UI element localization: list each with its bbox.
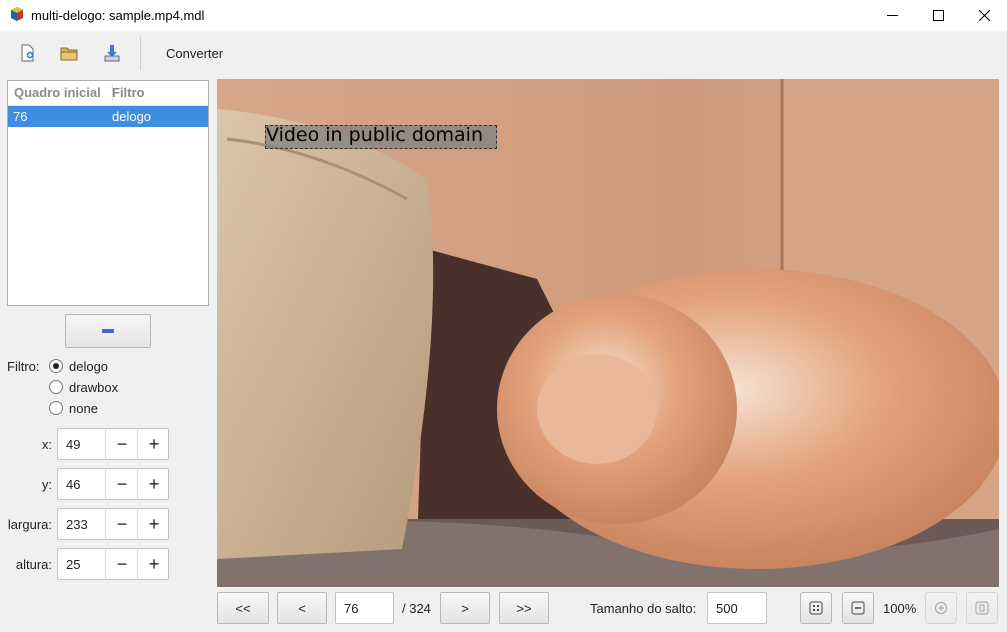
radio-label: none (69, 400, 98, 416)
x-spinbox[interactable]: 49 − + (57, 428, 169, 460)
open-button[interactable] (55, 39, 83, 67)
zoom-out-button[interactable] (842, 592, 874, 624)
height-increment-button[interactable]: + (137, 549, 170, 579)
close-icon (978, 10, 990, 21)
minimize-icon (886, 15, 898, 16)
app-cube-icon (11, 7, 23, 21)
converter-button[interactable]: Converter (160, 39, 229, 67)
x-decrement-button[interactable]: − (105, 429, 138, 459)
y-increment-button[interactable]: + (137, 469, 170, 499)
radio-label: delogo (69, 358, 109, 374)
radio-delogo[interactable]: delogo (49, 357, 108, 375)
width-value[interactable]: 233 (66, 517, 88, 532)
jump-size-input[interactable]: 500 (707, 592, 767, 624)
minus-icon (102, 329, 114, 333)
row-filter-cell: delogo (112, 109, 152, 124)
height-spinbox[interactable]: 25 − + (57, 548, 169, 580)
new-file-icon (21, 44, 34, 62)
y-spinbox[interactable]: 46 − + (57, 468, 169, 500)
close-button[interactable] (961, 0, 1007, 31)
jump-size-label: Tamanho do salto: (590, 601, 697, 616)
y-decrement-button[interactable]: − (105, 469, 138, 499)
y-value[interactable]: 46 (66, 477, 80, 492)
height-label: altura: (15, 557, 52, 572)
frame-number-input[interactable]: 76 (335, 592, 394, 624)
width-label: largura: (7, 517, 52, 532)
title-bar: multi-delogo: sample.mp4.mdl (0, 0, 1007, 31)
height-decrement-button[interactable]: − (105, 549, 138, 579)
column-header-filter[interactable]: Filtro (112, 85, 145, 100)
radio-label: drawbox (69, 379, 119, 395)
zoom-level: 100% (883, 601, 917, 616)
height-value[interactable]: 25 (66, 557, 80, 572)
first-frame-button[interactable]: << (217, 592, 269, 624)
x-increment-button[interactable]: + (137, 429, 170, 459)
total-frames-label: / 324 (402, 601, 431, 616)
last-frame-button[interactable]: >> (499, 592, 549, 624)
window-title: multi-delogo: sample.mp4.mdl (31, 8, 205, 23)
video-overlay-text: Video in public domain (266, 124, 483, 146)
maximize-button[interactable] (915, 0, 961, 31)
radio-drawbox[interactable]: drawbox (49, 378, 118, 396)
width-increment-button[interactable]: + (137, 509, 170, 539)
list-header: Quadro inicial Filtro (8, 81, 208, 106)
zoom-reset-icon (975, 601, 989, 615)
width-decrement-button[interactable]: − (105, 509, 138, 539)
x-label: x: (41, 437, 52, 452)
toolbar-separator (140, 36, 141, 70)
radio-indicator (49, 380, 63, 394)
maximize-icon (932, 10, 944, 21)
previous-frame-button[interactable]: < (277, 592, 327, 624)
filter-list[interactable]: Quadro inicial Filtro 76 delogo (7, 80, 209, 306)
radio-checked-indicator (49, 359, 63, 373)
video-image (217, 79, 999, 587)
zoom-in-button[interactable] (925, 592, 957, 624)
radio-indicator (49, 401, 63, 415)
remove-filter-button[interactable] (65, 314, 151, 348)
zoom-out-icon (851, 601, 865, 615)
zoom-fit-button[interactable] (800, 592, 832, 624)
zoom-fit-icon (809, 601, 823, 615)
list-row[interactable]: 76 delogo (8, 106, 208, 127)
radio-none[interactable]: none (49, 399, 98, 417)
minimize-button[interactable] (869, 0, 915, 31)
x-value[interactable]: 49 (66, 437, 80, 452)
zoom-reset-button[interactable] (966, 592, 998, 624)
column-header-start-frame[interactable]: Quadro inicial (14, 85, 101, 100)
save-button[interactable] (98, 39, 126, 67)
toolbar: Converter (0, 31, 1007, 74)
save-icon (104, 45, 120, 62)
open-folder-icon (60, 47, 78, 61)
video-frame[interactable]: Video in public domain (217, 79, 999, 587)
width-spinbox[interactable]: 233 − + (57, 508, 169, 540)
filter-label: Filtro: (7, 359, 40, 374)
y-label: y: (41, 477, 52, 492)
new-button[interactable] (13, 39, 41, 67)
row-frame-cell: 76 (13, 109, 28, 124)
zoom-in-icon (935, 602, 947, 614)
next-frame-button[interactable]: > (440, 592, 490, 624)
